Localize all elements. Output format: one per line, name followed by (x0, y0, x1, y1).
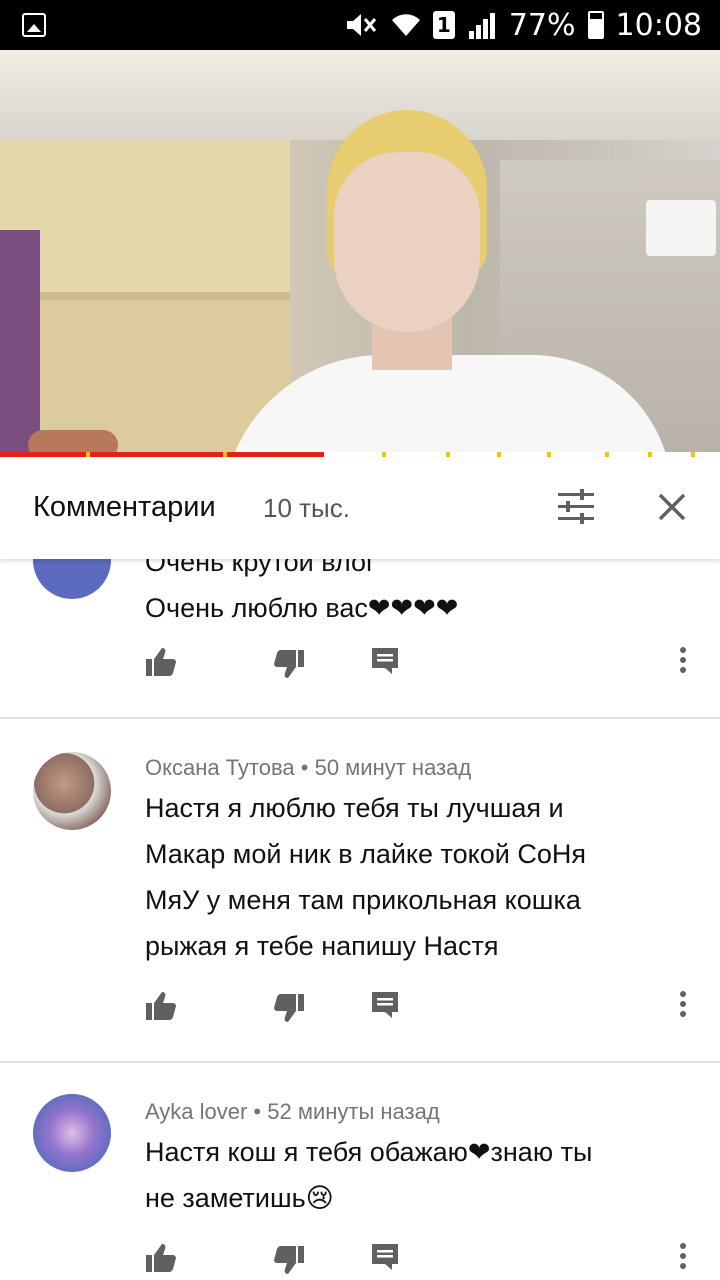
video-player[interactable] (0, 50, 720, 455)
more-options-icon[interactable] (676, 989, 710, 1023)
sort-icon[interactable] (556, 489, 596, 525)
gallery-icon (22, 13, 46, 37)
mute-icon (345, 11, 379, 39)
comment-line: рыжая я тебе напишу Настя (145, 931, 499, 961)
comment-line: Настя кош я тебя обажаю❤знаю ты (145, 1137, 593, 1167)
dislike-icon[interactable] (273, 993, 307, 1027)
sim-icon: 1 (432, 11, 455, 39)
battery-icon (587, 11, 604, 39)
close-icon[interactable] (652, 487, 692, 527)
comment-line: не заметишь😢 (145, 1183, 334, 1213)
more-options-icon[interactable] (676, 1241, 710, 1275)
comment-divider (0, 1061, 720, 1063)
comment-meta: Ayka lover • 52 минуты назад (145, 1099, 440, 1124)
comment-text: Настя я люблю тебя ты лучшая и Макар мой… (145, 785, 685, 969)
comment-line: Очень люблю вас❤❤❤❤ (145, 593, 459, 623)
status-icons: 1 77% 10:08 (345, 0, 702, 50)
comments-header: Комментарии 10 тыс. (0, 457, 720, 559)
comment-divider (0, 717, 720, 719)
dislike-icon[interactable] (273, 1245, 307, 1279)
clock: 10:08 (615, 7, 702, 43)
comments-count: 10 тыс. (263, 493, 350, 523)
comment-line: Настя я люблю тебя ты лучшая и (145, 793, 564, 823)
more-options-icon[interactable] (676, 645, 710, 679)
dislike-icon[interactable] (273, 649, 307, 683)
battery-percent: 77% (508, 7, 576, 43)
comment-text: Настя кош я тебя обажаю❤знаю ты не замет… (145, 1129, 685, 1221)
video-scene-person (222, 110, 672, 455)
comment-line: МяУ у меня там прикольная кошка (145, 885, 581, 915)
comment-line: Очень крутой влог (145, 559, 376, 577)
comment-actions (0, 991, 720, 1031)
comment-text: Очень крутой влог Очень люблю вас❤❤❤❤ (145, 559, 685, 631)
video-scene-arm (0, 230, 40, 455)
wifi-icon (391, 12, 421, 38)
like-icon[interactable] (145, 1243, 179, 1277)
like-icon[interactable] (145, 647, 179, 681)
comment-meta: Оксана Тутова • 50 минут назад (145, 755, 472, 780)
reply-icon[interactable] (371, 647, 405, 681)
reply-icon[interactable] (371, 991, 405, 1025)
comments-title: Комментарии (33, 491, 216, 523)
signal-icon (467, 11, 497, 39)
avatar[interactable] (33, 752, 111, 830)
avatar[interactable] (33, 1094, 111, 1172)
like-icon[interactable] (145, 991, 179, 1025)
comment-line: Макар мой ник в лайке токой СоНя (145, 839, 586, 869)
avatar[interactable] (33, 559, 111, 599)
comment-actions (0, 1243, 720, 1280)
status-bar: 1 77% 10:08 (0, 0, 720, 50)
comment-actions (0, 647, 720, 687)
comments-list[interactable]: Очень крутой влог Очень люблю вас❤❤❤❤ Ок… (0, 559, 720, 1280)
reply-icon[interactable] (371, 1243, 405, 1277)
